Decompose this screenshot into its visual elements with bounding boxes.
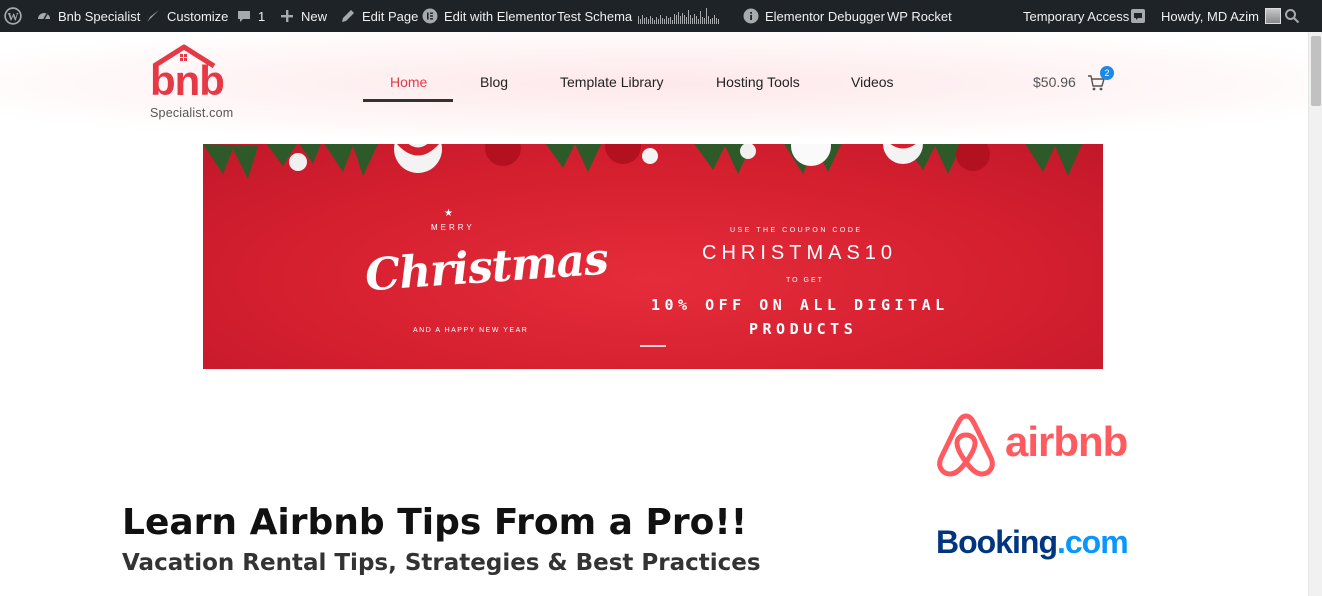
- admin-customize[interactable]: Customize: [145, 0, 228, 32]
- logo-wordmark: bnb: [150, 57, 225, 104]
- admin-edit-elementor-label: Edit with Elementor: [444, 8, 556, 24]
- elementor-icon: [422, 8, 438, 24]
- admin-edit-elementor[interactable]: Edit with Elementor: [422, 0, 556, 32]
- site-header: bnb Specialist.com Home Blog Template Li…: [0, 32, 1308, 136]
- banner-offer-line1: 10% OFF ON ALL DIGITAL: [651, 296, 949, 314]
- scrollbar-thumb[interactable]: [1311, 36, 1321, 106]
- pencil-icon: [342, 10, 354, 22]
- garland-decoration-icon: [203, 144, 1083, 179]
- admin-site-name[interactable]: Bnb Specialist: [36, 0, 140, 32]
- admin-elementor-debugger[interactable]: Elementor Debugger: [743, 0, 885, 32]
- nav-videos[interactable]: Videos: [851, 74, 894, 90]
- plus-icon: [281, 10, 293, 22]
- cart-total[interactable]: $50.96: [1033, 74, 1076, 90]
- admin-new[interactable]: New: [279, 0, 327, 32]
- airbnb-wordmark: airbnb: [1005, 418, 1128, 465]
- airbnb-logo: airbnb: [935, 412, 1135, 478]
- admin-search[interactable]: [1284, 0, 1300, 32]
- admin-test-schema[interactable]: Test Schema: [557, 0, 632, 32]
- nav-hosting-tools[interactable]: Hosting Tools: [716, 74, 800, 90]
- admin-test-schema-label: Test Schema: [557, 8, 633, 24]
- star-icon: ★: [444, 208, 453, 219]
- admin-comments-count: 1: [258, 8, 266, 24]
- speech-bubble-icon: [1131, 9, 1145, 23]
- sparkline-graph-icon: [638, 8, 719, 24]
- admin-elementor-debugger-label: Elementor Debugger: [765, 8, 885, 24]
- booking-logo: Booking.com: [936, 524, 1129, 561]
- admin-edit-page[interactable]: Edit Page: [340, 0, 418, 32]
- admin-wp-rocket-label: WP Rocket: [887, 8, 952, 24]
- banner-offer-line2: PRODUCTS: [749, 320, 858, 338]
- hero-subtitle: Vacation Rental Tips, Strategies & Best …: [122, 550, 761, 576]
- admin-edit-page-label: Edit Page: [362, 8, 419, 24]
- christmas-promo-banner[interactable]: ★ MERRY Christmas AND A HAPPY NEW YEAR U…: [203, 144, 1103, 369]
- dashboard-icon: [38, 13, 50, 20]
- booking-tld: .com: [1056, 524, 1129, 560]
- admin-temporary-access[interactable]: Temporary Access: [1023, 0, 1129, 32]
- admin-wp-rocket[interactable]: WP Rocket: [887, 0, 952, 32]
- admin-notifications[interactable]: [1130, 0, 1146, 32]
- svg-text:W: W: [7, 12, 19, 24]
- site-logo[interactable]: bnb Specialist.com: [146, 44, 246, 124]
- nav-template-library[interactable]: Template Library: [560, 74, 664, 90]
- admin-customize-label: Customize: [167, 8, 229, 24]
- admin-howdy-label: Howdy, MD Azim: [1161, 8, 1259, 24]
- brush-icon: [147, 10, 159, 22]
- admin-new-label: New: [301, 8, 328, 24]
- info-icon: [743, 8, 759, 24]
- banner-to-get: TO GET: [786, 277, 824, 284]
- admin-site-name-label: Bnb Specialist: [58, 8, 141, 24]
- admin-bar: W Bnb Specialist Customize 1 New Edit Pa…: [0, 0, 1322, 32]
- comment-icon: [238, 11, 250, 22]
- avatar: [1265, 8, 1281, 24]
- banner-christmas-script: Christmas: [363, 233, 610, 302]
- booking-wordmark: Booking: [936, 524, 1058, 560]
- banner-coupon-code: CHRISTMAS10: [702, 242, 898, 264]
- wordpress-logo-icon[interactable]: W: [4, 0, 22, 32]
- banner-use-code: USE THE COUPON CODE: [730, 227, 863, 234]
- search-icon: [1285, 9, 1300, 24]
- banner-new-year: AND A HAPPY NEW YEAR: [413, 327, 529, 334]
- airbnb-belo-icon: [937, 413, 995, 477]
- admin-query-monitor-sparkline[interactable]: [638, 0, 719, 32]
- nav-home[interactable]: Home: [390, 74, 427, 90]
- admin-temporary-access-label: Temporary Access: [1023, 8, 1130, 24]
- banner-divider: [640, 345, 666, 347]
- admin-comments[interactable]: 1: [236, 0, 265, 32]
- logo-subtext: Specialist.com: [150, 106, 234, 120]
- hero-title: Learn Airbnb Tips From a Pro!!: [122, 502, 748, 543]
- cart-count-badge: 2: [1100, 66, 1114, 80]
- page-scrollbar[interactable]: [1308, 32, 1322, 596]
- admin-account[interactable]: Howdy, MD Azim: [1161, 0, 1281, 32]
- nav-active-underline: [363, 99, 453, 102]
- banner-merry: MERRY: [431, 223, 475, 232]
- nav-blog[interactable]: Blog: [480, 74, 508, 90]
